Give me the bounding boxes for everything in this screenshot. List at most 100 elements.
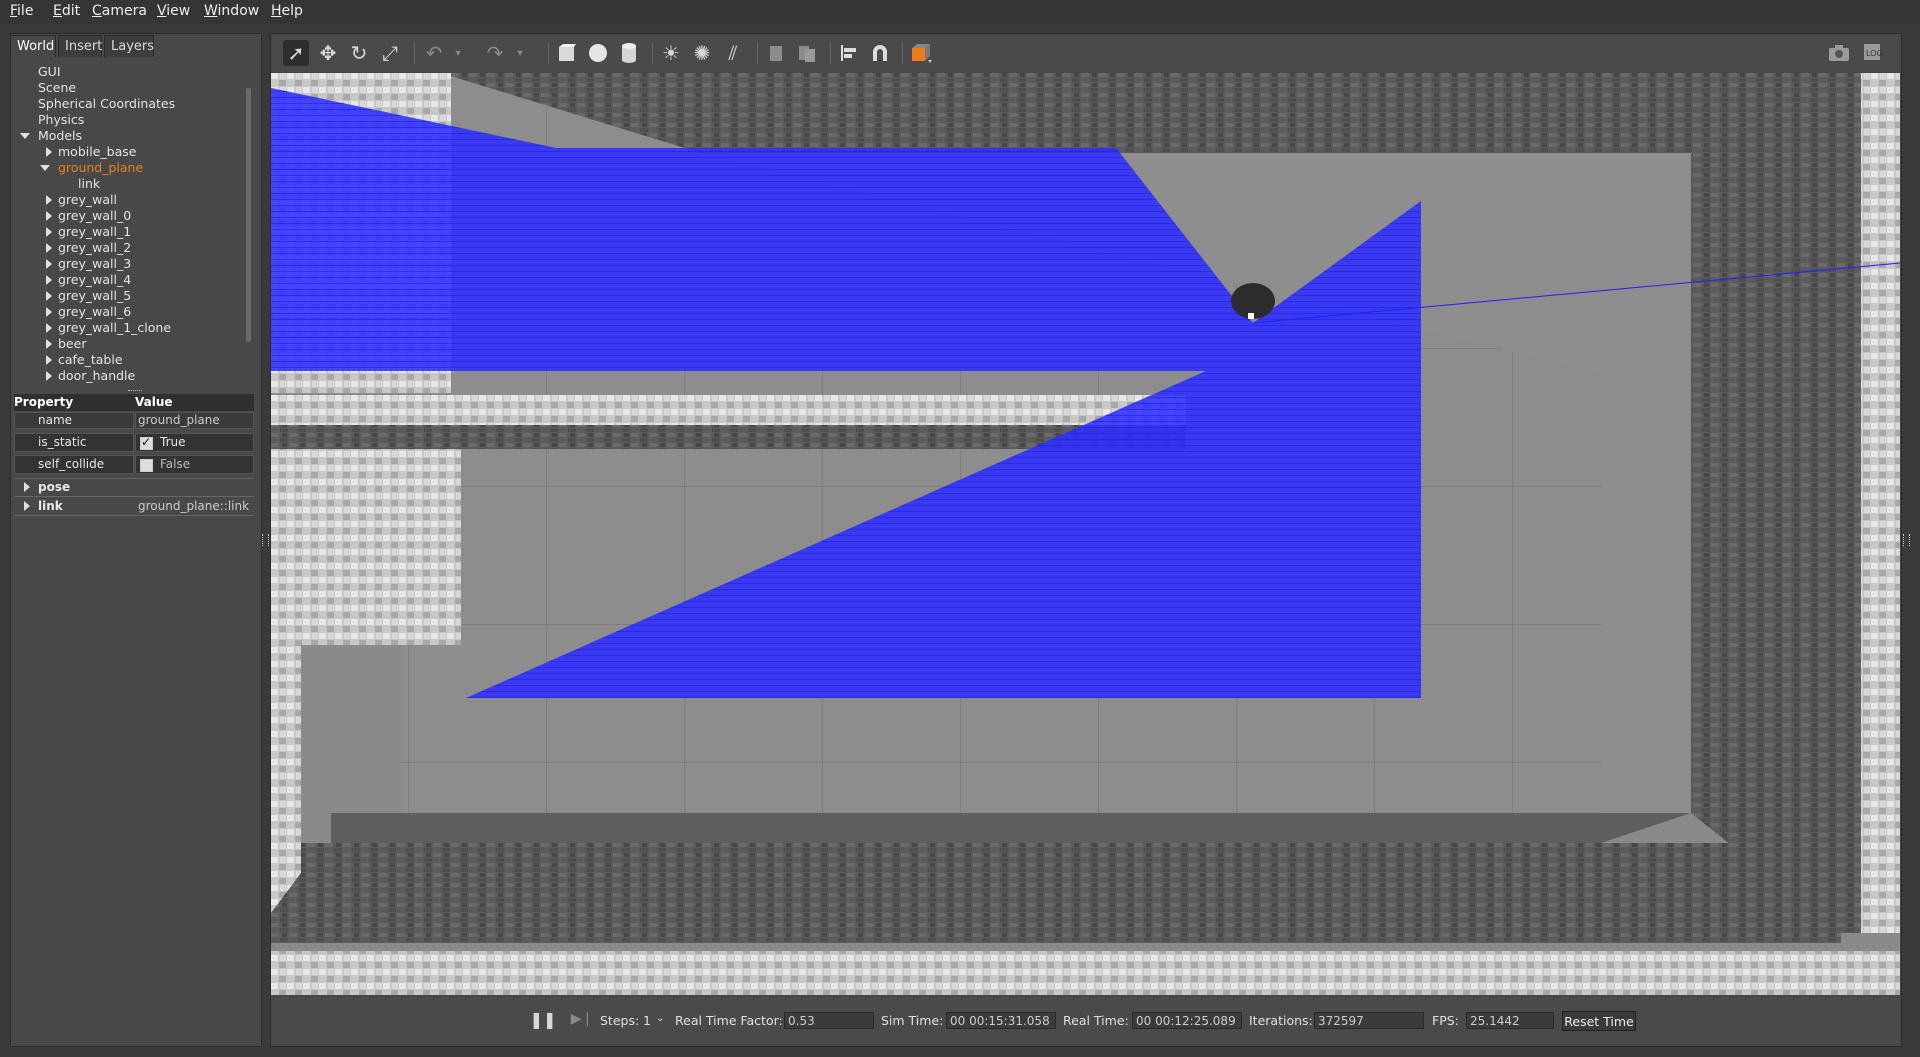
- tree-item-grey-wall-3[interactable]: grey_wall_3: [58, 256, 131, 272]
- expand-icon[interactable]: [46, 275, 52, 285]
- tree-item-cafe-table[interactable]: cafe_table: [58, 352, 123, 368]
- tab-insert[interactable]: Insert: [58, 35, 102, 57]
- tree-item-spherical-coordinates[interactable]: Spherical Coordinates: [38, 96, 175, 112]
- steps-value[interactable]: 1: [643, 1013, 651, 1028]
- tree-item-grey-wall-0[interactable]: grey_wall_0: [58, 208, 131, 224]
- view-angle-icon[interactable]: [908, 40, 934, 66]
- tree-item-grey-wall-4[interactable]: grey_wall_4: [58, 272, 131, 288]
- expand-pose-icon[interactable]: [24, 482, 30, 492]
- value-column-header: Value: [135, 395, 173, 409]
- left-panel-collapse-handle[interactable]: [262, 534, 269, 546]
- cylinder-icon[interactable]: [616, 40, 642, 66]
- tree-item-mobile-base[interactable]: mobile_base: [58, 144, 136, 160]
- screenshot-icon[interactable]: [1826, 40, 1852, 66]
- expand-icon[interactable]: [46, 211, 52, 221]
- self-collide-checkbox[interactable]: [140, 459, 153, 472]
- expand-icon[interactable]: [46, 371, 52, 381]
- tab-world[interactable]: World: [10, 35, 56, 57]
- toolbar-separator: [652, 42, 653, 64]
- toolbar-separator: [902, 42, 903, 64]
- spot-light-icon[interactable]: ✺: [689, 40, 715, 66]
- tree-item-gui[interactable]: GUI: [38, 64, 61, 80]
- step-icon[interactable]: ▶❘: [571, 1008, 594, 1030]
- tree-item-link[interactable]: link: [78, 176, 100, 192]
- collapse-icon[interactable]: [40, 165, 50, 171]
- property-row-pose[interactable]: pose: [14, 478, 254, 497]
- reset-time-button[interactable]: Reset Time: [1562, 1011, 1636, 1031]
- tree-item-grey-wall-1[interactable]: grey_wall_1: [58, 224, 131, 240]
- property-value: True: [160, 435, 186, 449]
- tree-item-ground-plane[interactable]: ground_plane: [58, 160, 143, 176]
- property-key: link: [38, 499, 63, 513]
- sphere-icon[interactable]: [585, 40, 611, 66]
- undo-dropdown-icon[interactable]: ▾: [451, 40, 465, 66]
- tree-scrollbar[interactable]: [246, 88, 251, 342]
- paste-icon[interactable]: [794, 40, 820, 66]
- real-time-field: 00 00:12:25.089: [1132, 1012, 1242, 1029]
- menu-camera[interactable]: Camera: [92, 3, 147, 19]
- box-icon[interactable]: [554, 40, 580, 66]
- copy-icon[interactable]: [763, 40, 789, 66]
- rotate-icon[interactable]: ↻: [346, 40, 372, 66]
- log-icon[interactable]: LOG: [1860, 40, 1886, 66]
- expand-link-icon[interactable]: [24, 501, 30, 511]
- expand-icon[interactable]: [46, 355, 52, 365]
- steps-dropdown-icon[interactable]: ⌄: [656, 1013, 664, 1024]
- tree-item-door-handle[interactable]: door_handle: [58, 368, 135, 384]
- tree-item-grey-wall-6[interactable]: grey_wall_6: [58, 304, 131, 320]
- property-row-name[interactable]: name ground_plane: [14, 412, 254, 429]
- expand-icon[interactable]: [46, 307, 52, 317]
- tree-item-grey-wall-5[interactable]: grey_wall_5: [58, 288, 131, 304]
- is-static-checkbox[interactable]: [140, 435, 153, 450]
- tree-item-scene[interactable]: Scene: [38, 80, 76, 96]
- expand-models-icon[interactable]: [20, 133, 30, 139]
- menu-edit[interactable]: Edit: [53, 3, 80, 19]
- expand-icon[interactable]: [46, 243, 52, 253]
- undo-icon[interactable]: ↶: [421, 40, 447, 66]
- align-icon[interactable]: [836, 40, 862, 66]
- toolbar-separator: [757, 42, 758, 64]
- property-key: pose: [38, 480, 71, 494]
- redo-icon[interactable]: ↷: [482, 40, 508, 66]
- iterations-label: Iterations:: [1249, 1013, 1313, 1028]
- property-row-is-static[interactable]: is_static True: [14, 433, 254, 452]
- property-value[interactable]: ground_plane: [138, 412, 220, 429]
- pause-icon[interactable]: ❚❚: [530, 1008, 557, 1030]
- property-key: self_collide: [38, 457, 105, 471]
- expand-icon[interactable]: [46, 227, 52, 237]
- expand-icon[interactable]: [46, 323, 52, 333]
- tree-item-grey-wall[interactable]: grey_wall: [58, 192, 117, 208]
- right-panel-collapse-handle[interactable]: [1903, 534, 1910, 546]
- select-arrow-icon[interactable]: ➚: [283, 40, 309, 66]
- property-column-header: Property: [14, 395, 74, 409]
- expand-icon[interactable]: [46, 291, 52, 301]
- point-light-icon[interactable]: ☀: [658, 40, 684, 66]
- menu-view[interactable]: View: [157, 3, 190, 19]
- tree-item-models[interactable]: Models: [38, 128, 82, 144]
- expand-icon[interactable]: [46, 147, 52, 157]
- redo-dropdown-icon[interactable]: ▾: [513, 40, 527, 66]
- tree-item-grey-wall-2[interactable]: grey_wall_2: [58, 240, 131, 256]
- scene-viewport[interactable]: [271, 73, 1900, 995]
- world-tree: GUI Scene Spherical Coordinates Physics …: [12, 60, 244, 388]
- tree-item-physics[interactable]: Physics: [38, 112, 84, 128]
- property-row-link[interactable]: link ground_plane::link: [14, 498, 254, 516]
- expand-icon[interactable]: [46, 195, 52, 205]
- tab-layers[interactable]: Layers: [104, 35, 154, 57]
- scale-icon[interactable]: ⤢: [377, 40, 403, 66]
- sim-time-label: Sim Time:: [881, 1013, 944, 1028]
- tree-item-grey-wall-1-clone[interactable]: grey_wall_1_clone: [58, 320, 171, 336]
- property-key: name: [38, 413, 73, 427]
- translate-icon[interactable]: ✥: [315, 40, 341, 66]
- menu-help[interactable]: Help: [271, 3, 303, 19]
- property-row-self-collide[interactable]: self_collide False: [14, 455, 254, 474]
- fps-field: 25.1442: [1466, 1012, 1554, 1029]
- menu-window[interactable]: Window: [204, 3, 259, 19]
- snap-magnet-icon[interactable]: [867, 40, 893, 66]
- expand-icon[interactable]: [46, 339, 52, 349]
- menu-file[interactable]: File: [10, 3, 33, 19]
- property-value: ground_plane::link: [138, 499, 250, 513]
- tree-item-beer[interactable]: beer: [58, 336, 86, 352]
- directional-light-icon[interactable]: ⫽: [720, 40, 746, 66]
- expand-icon[interactable]: [46, 259, 52, 269]
